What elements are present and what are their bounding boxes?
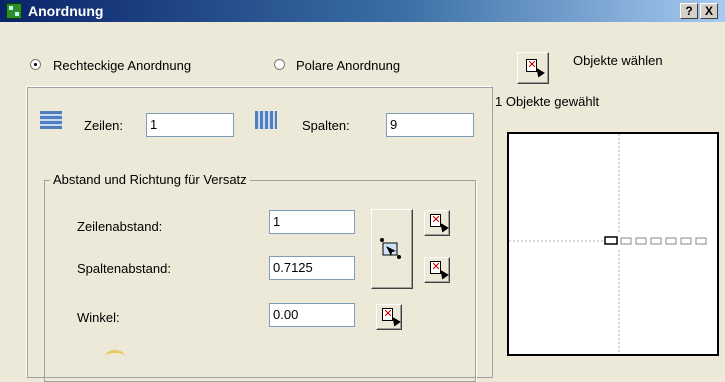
select-objects-label: Objekte wählen <box>573 53 663 68</box>
select-objects-button[interactable] <box>517 52 549 84</box>
preview-graphic <box>509 134 707 354</box>
title-bar[interactable]: Anordnung ? X <box>0 0 725 22</box>
columns-label: Spalten: <box>302 118 350 133</box>
close-button[interactable]: X <box>700 3 718 19</box>
selection-status: 1 Objekte gewählt <box>495 94 600 109</box>
columns-icon <box>255 111 277 129</box>
columns-input[interactable]: 9 <box>386 113 474 137</box>
pick-column-spacing-button[interactable] <box>424 257 450 283</box>
select-objects-icon <box>526 59 537 72</box>
offset-group-title: Abstand und Richtung für Versatz <box>50 172 250 188</box>
app-icon <box>6 3 22 19</box>
angle-input[interactable]: 0.00 <box>269 303 355 327</box>
rect-array-label[interactable]: Rechteckige Anordnung <box>53 58 191 74</box>
polar-array-label[interactable]: Polare Anordnung <box>296 58 400 74</box>
pick-point-icon <box>430 261 441 274</box>
pick-row-spacing-button[interactable] <box>424 210 450 236</box>
pick-angle-button[interactable] <box>376 304 402 330</box>
column-spacing-label: Spaltenabstand: <box>77 261 171 276</box>
column-spacing-input[interactable]: 0.7125 <box>269 256 355 280</box>
row-spacing-input[interactable]: 1 <box>269 210 355 234</box>
angle-label: Winkel: <box>77 310 120 325</box>
rows-label: Zeilen: <box>84 118 124 133</box>
row-spacing-label: Zeilenabstand: <box>77 219 163 234</box>
rows-input[interactable]: 1 <box>146 113 234 137</box>
pick-point-icon <box>430 214 441 227</box>
pick-angle-icon <box>382 308 393 321</box>
pick-both-offsets-button[interactable] <box>371 209 413 289</box>
pick-both-offsets-icon <box>380 238 401 259</box>
rows-icon <box>40 111 62 129</box>
rect-array-radio[interactable] <box>30 59 41 70</box>
preview-panel <box>507 132 719 356</box>
help-button[interactable]: ? <box>680 3 698 19</box>
polar-array-radio[interactable] <box>274 59 285 70</box>
window-title: Anordnung <box>28 3 104 19</box>
